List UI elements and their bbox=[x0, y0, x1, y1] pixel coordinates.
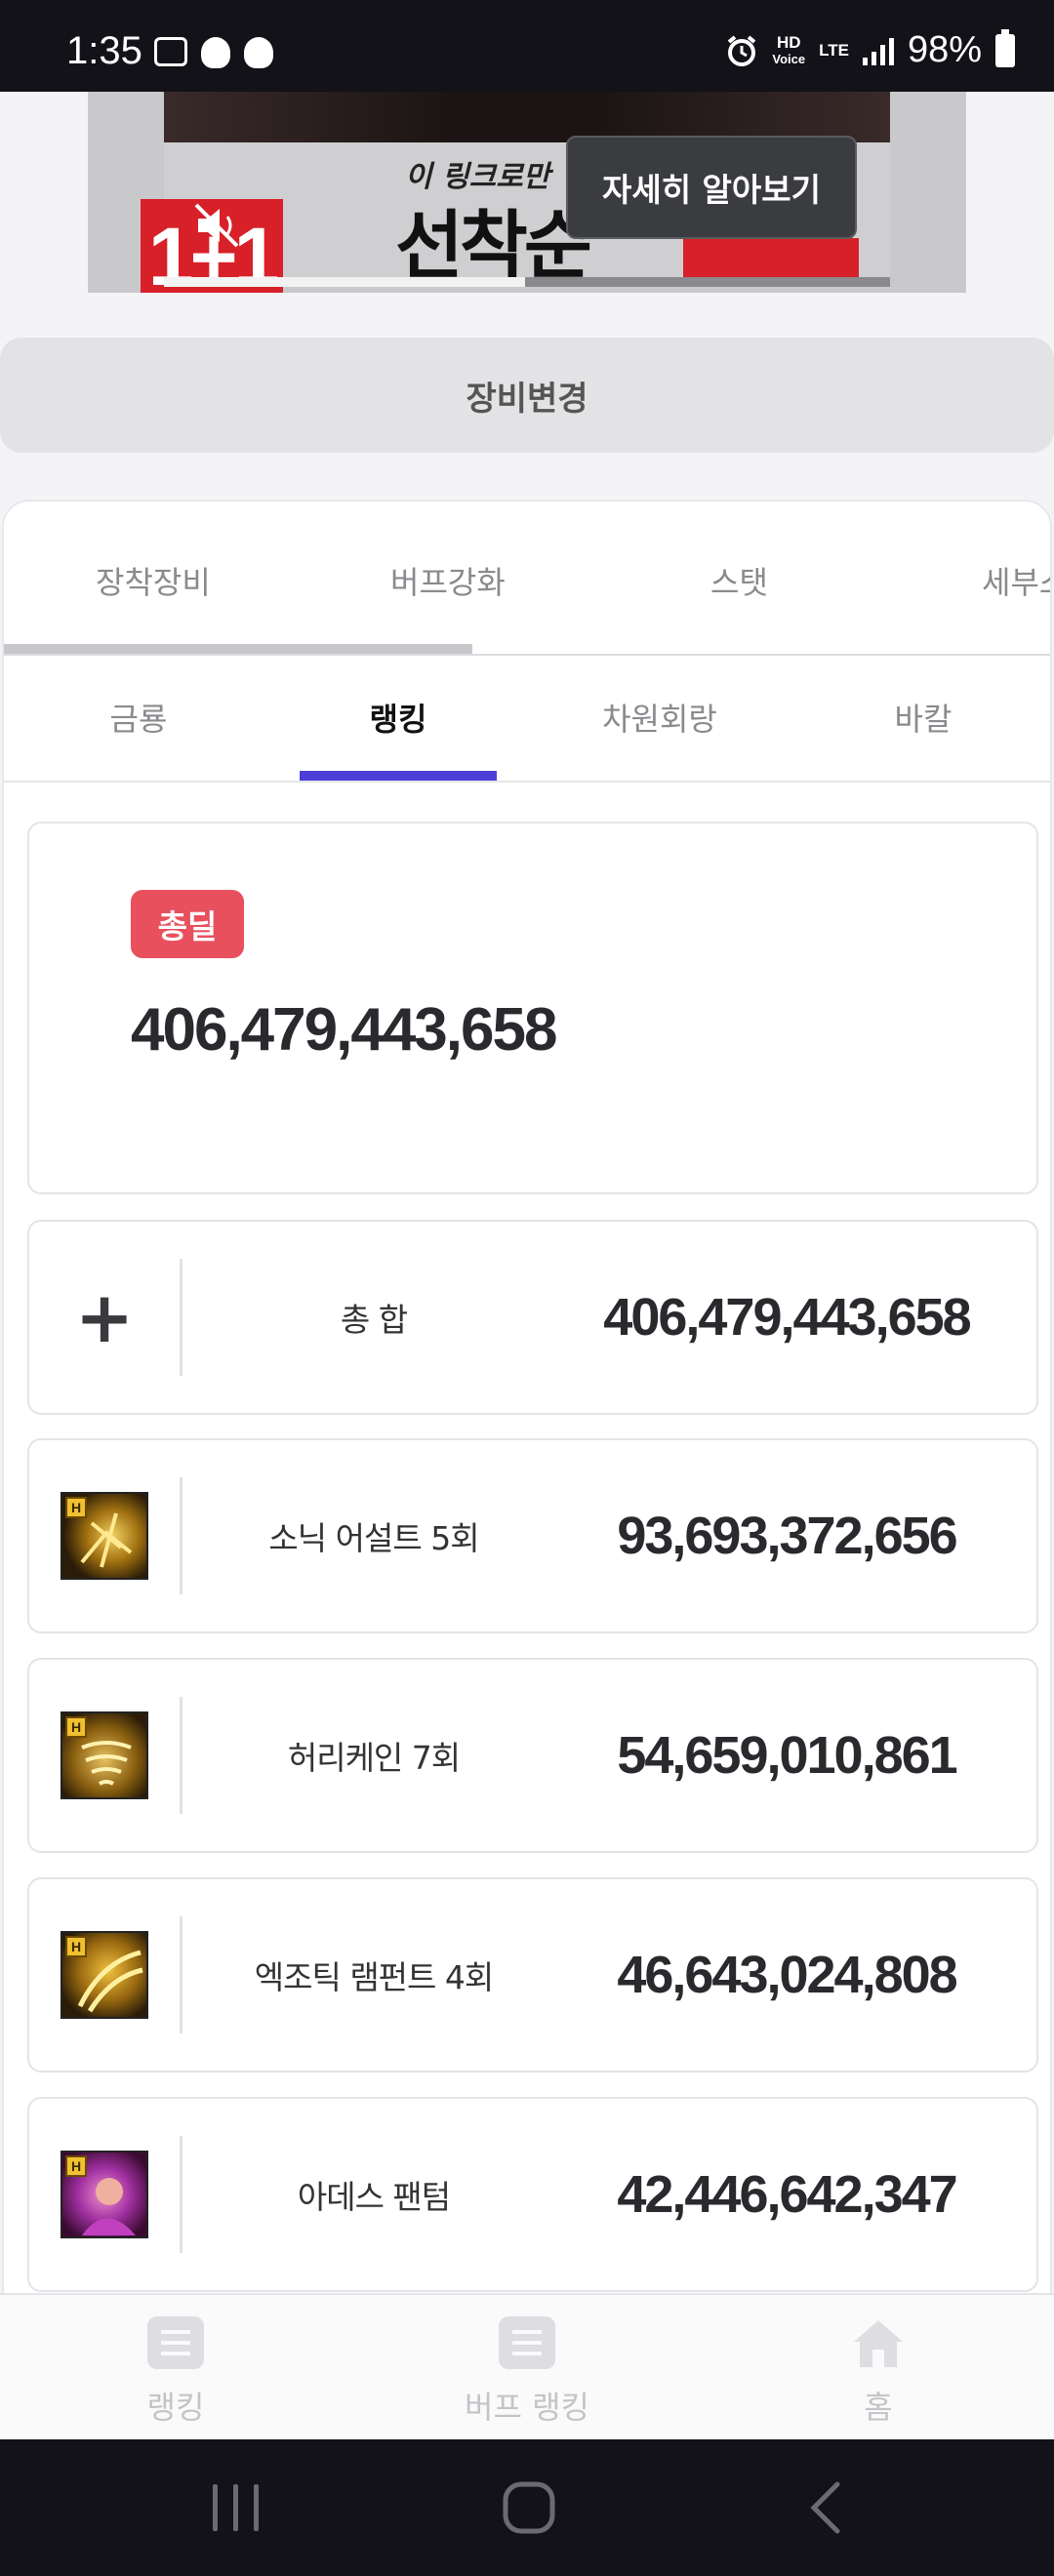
secondary-tabs: 금룡 랭킹 차원회랑 바칼 bbox=[4, 656, 1050, 783]
recent-apps-icon[interactable] bbox=[209, 2478, 264, 2537]
tab-buff-enhance[interactable]: 버프강화 bbox=[390, 558, 506, 603]
divider bbox=[180, 1916, 182, 2033]
bottom-navigation: 랭킹 버프 랭킹 홈 bbox=[0, 2293, 1054, 2439]
nav-home[interactable]: 홈 bbox=[781, 2316, 976, 2428]
home-button-icon[interactable] bbox=[500, 2478, 558, 2537]
total-damage-badge: 총딜 bbox=[131, 890, 244, 958]
ad-progress-bar bbox=[164, 277, 525, 287]
ad-learn-more-button[interactable]: 자세히 알아보기 bbox=[566, 136, 857, 239]
primary-tabs: 장착장비 버프강화 스탯 세부스 bbox=[4, 502, 1050, 658]
skill-damage: 54,659,010,861 bbox=[617, 1726, 957, 1785]
mute-icon[interactable] bbox=[190, 201, 249, 250]
skill-damage: 406,479,443,658 bbox=[603, 1288, 971, 1347]
divider bbox=[180, 2136, 182, 2253]
nav-buff-ranking[interactable]: 버프 랭킹 bbox=[429, 2316, 625, 2428]
status-time: 1:35 bbox=[66, 29, 142, 72]
change-equipment-button[interactable]: 장비변경 bbox=[0, 338, 1054, 453]
plus-icon[interactable]: + bbox=[75, 1276, 134, 1358]
tab-equipped-gear[interactable]: 장착장비 bbox=[96, 558, 211, 603]
back-icon[interactable] bbox=[804, 2478, 847, 2537]
sonic-assault-skill-icon: H bbox=[61, 1492, 148, 1580]
tab-geumryong[interactable]: 금룡 bbox=[41, 695, 236, 740]
signal-icon bbox=[862, 36, 894, 65]
nav-label: 버프 랭킹 bbox=[465, 2389, 589, 2426]
alarm-icon bbox=[728, 34, 756, 66]
skill-name: 총 합 bbox=[340, 1301, 408, 1339]
damage-row-total[interactable]: + 총 합 406,479,443,658 bbox=[27, 1220, 1038, 1415]
nav-label: 랭킹 bbox=[146, 2389, 205, 2426]
skill-damage: 93,693,372,656 bbox=[617, 1507, 957, 1565]
divider bbox=[180, 1477, 182, 1594]
voicemail-icon bbox=[154, 37, 187, 66]
tab-stats[interactable]: 스탯 bbox=[710, 558, 768, 603]
damage-row: H 아데스 팬텀 42,446,642,347 bbox=[27, 2097, 1038, 2292]
damage-row: H 엑조틱 램펀트 4회 46,643,024,808 bbox=[27, 1877, 1038, 2073]
divider bbox=[180, 1259, 182, 1376]
status-indicators: HD Voice LTE 98% bbox=[725, 28, 1015, 71]
hd-voice-indicator: HD Voice bbox=[772, 32, 806, 66]
hurricane-skill-icon: H bbox=[61, 1711, 148, 1799]
tab-ranking[interactable]: 랭킹 bbox=[301, 695, 496, 740]
app-notification-icon bbox=[244, 37, 273, 68]
nav-ranking[interactable]: 랭킹 bbox=[78, 2316, 273, 2428]
battery-percent: 98% bbox=[907, 29, 982, 70]
status-bar: 1:35 HD Voice LTE 98% bbox=[0, 0, 1054, 92]
skill-name: 엑조틱 램펀트 4회 bbox=[254, 1958, 495, 1996]
tab-detail[interactable]: 세부스 bbox=[982, 558, 1050, 603]
hades-phantom-skill-icon: H bbox=[61, 2151, 148, 2238]
skill-name: 아데스 팬텀 bbox=[297, 2178, 451, 2216]
damage-row: H 소닉 어설트 5회 93,693,372,656 bbox=[27, 1438, 1038, 1633]
total-damage-box: 총딜 406,479,443,658 bbox=[27, 822, 1038, 1194]
system-navigation-bar bbox=[0, 2439, 1054, 2576]
battery-icon bbox=[995, 28, 1015, 67]
notification-icons bbox=[154, 37, 273, 68]
skill-name: 소닉 어설트 5회 bbox=[268, 1519, 479, 1557]
divider bbox=[180, 1697, 182, 1814]
home-icon bbox=[854, 2320, 903, 2367]
damage-row: H 허리케인 7회 54,659,010,861 bbox=[27, 1658, 1038, 1853]
nav-label: 홈 bbox=[864, 2389, 893, 2426]
tab-bakal[interactable]: 바칼 bbox=[826, 695, 1021, 740]
skill-damage: 46,643,024,808 bbox=[617, 1946, 957, 2004]
skill-name: 허리케인 7회 bbox=[287, 1739, 461, 1777]
secondary-tab-indicator bbox=[300, 771, 497, 781]
list-icon bbox=[499, 2316, 555, 2369]
tab-dimension-corridor[interactable]: 차원회랑 bbox=[562, 695, 757, 740]
total-damage-value: 406,479,443,658 bbox=[131, 996, 557, 1064]
lte-indicator: LTE bbox=[819, 41, 849, 60]
result-card: 장착장비 버프강화 스탯 세부스 금룡 랭킹 차원회랑 바칼 총딜 406,47… bbox=[2, 500, 1052, 2295]
exotic-rampant-skill-icon: H bbox=[61, 1931, 148, 2019]
skill-damage: 42,446,642,347 bbox=[617, 2165, 957, 2224]
app-notification-icon bbox=[201, 37, 230, 68]
list-icon bbox=[147, 2316, 204, 2369]
primary-tab-indicator bbox=[4, 644, 472, 654]
